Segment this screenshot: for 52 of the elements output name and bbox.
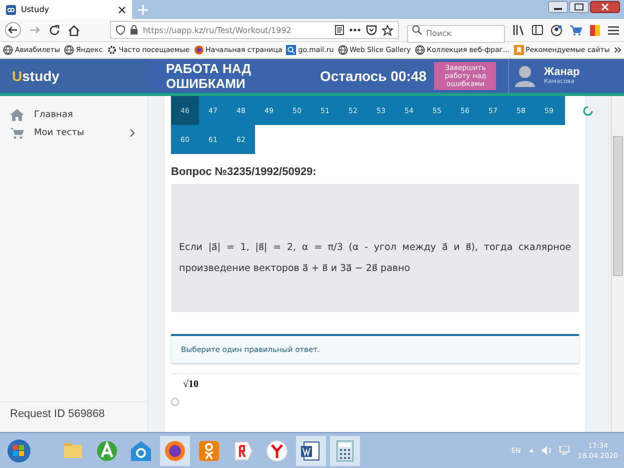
flag-app-icon[interactable] — [232, 440, 254, 462]
house-icon — [10, 109, 24, 121]
search-icon — [286, 45, 296, 55]
maximize-icon[interactable] — [569, 1, 589, 13]
start-button-icon[interactable] — [6, 438, 32, 464]
star-icon[interactable] — [382, 24, 394, 36]
browser-y-icon[interactable] — [266, 440, 288, 462]
sidebar-item[interactable]: Мои тесты — [0, 124, 147, 142]
sidebar-icon[interactable] — [532, 25, 544, 35]
letter-a-app-icon[interactable] — [96, 440, 118, 462]
user-name: Жанар — [544, 67, 580, 78]
cart-icon[interactable] — [570, 24, 582, 36]
chevron-right-icon — [130, 129, 135, 137]
site-icon — [6, 4, 16, 14]
document-w-icon[interactable] — [300, 440, 322, 462]
reload-icon[interactable] — [48, 24, 60, 36]
calculator-icon[interactable] — [334, 440, 356, 462]
page-title: РАБОТА НАД ОШИБКАМИ — [166, 61, 252, 91]
ok-app-icon[interactable] — [198, 440, 220, 462]
menu-icon[interactable] — [608, 26, 619, 34]
minimize-icon[interactable] — [548, 1, 568, 13]
bookmark-icon — [514, 45, 524, 55]
more-icon[interactable] — [349, 28, 362, 32]
logo-text[interactable]: Ustudy — [12, 68, 60, 84]
home-icon[interactable] — [68, 24, 80, 36]
reader-view-icon[interactable] — [335, 25, 344, 35]
library-icon[interactable] — [513, 25, 524, 35]
overflow-chevron-icon[interactable] — [614, 46, 621, 54]
sidebar-item[interactable]: Главная — [0, 106, 147, 124]
search-field[interactable]: Поиск — [407, 24, 506, 42]
question-title: Вопрос №3235/1992/50929: — [171, 166, 318, 178]
answer-radio[interactable] — [171, 398, 179, 406]
back-icon[interactable] — [5, 22, 21, 38]
lock-icon — [130, 25, 138, 35]
scrollbar[interactable] — [611, 96, 624, 432]
url-text: https://uapp.kz/ru/Test/Workout/1992 — [142, 26, 292, 34]
close-icon[interactable] — [118, 6, 126, 14]
shield-icon — [116, 25, 125, 35]
account-icon[interactable] — [551, 24, 562, 36]
gear-icon — [106, 45, 117, 55]
loading-spinner-icon — [583, 106, 593, 116]
bookmark-flag-icon[interactable] — [590, 24, 600, 36]
pocket-icon[interactable] — [366, 25, 378, 35]
address-bar[interactable]: https://uapp.kz/ru/Test/Workout/1992 — [110, 21, 400, 39]
browser-tab[interactable]: Ustudy — [0, 0, 132, 19]
avatar-icon — [515, 65, 535, 87]
close-icon[interactable] — [590, 1, 620, 13]
cart-icon — [10, 127, 24, 139]
answer-text: √10 — [182, 379, 200, 390]
tab-title: Ustudy — [21, 5, 50, 14]
timer-text: Осталось 00:48 — [320, 68, 426, 84]
question-text: Если |a⃗| = 1, |в⃗| = 2, α = π/3 (α - угол между a⃗ и в⃗), тогда скалярное произведение векторов a⃗ + в⃗ и 3a⃗ − 2в⃗ равно — [179, 241, 571, 276]
